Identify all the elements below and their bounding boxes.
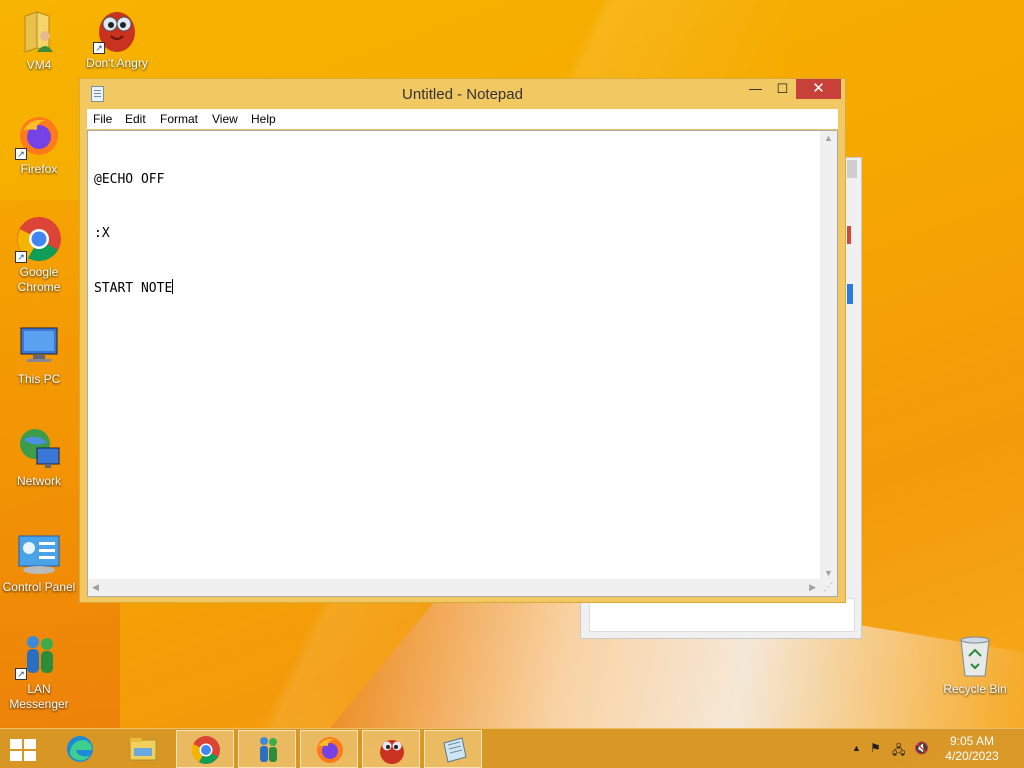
- title-bar[interactable]: Untitled - Notepad — ☐ ✕: [80, 79, 845, 109]
- taskbar: ▲ ⚑ 🖧 🔇 9:05 AM 4/20/2023: [0, 728, 1024, 768]
- action-center-flag-icon[interactable]: ⚑: [870, 741, 881, 755]
- system-tray: ▲ ⚑ 🖧 🔇 9:05 AM 4/20/2023: [844, 729, 1024, 768]
- folder-user-icon: [15, 8, 63, 56]
- background-window-panel: [589, 598, 855, 632]
- recycle-bin-icon: [951, 632, 999, 680]
- firefox-icon: [317, 737, 343, 763]
- chrome-icon: ↗: [15, 215, 63, 263]
- desktop-icon-label: Google Chrome: [17, 265, 61, 294]
- desktop-icon-label: Don't Angry: [86, 56, 148, 70]
- lan-messenger-icon: ↗: [15, 632, 63, 680]
- notepad-window[interactable]: Untitled - Notepad — ☐ ✕ File Edit Forma…: [79, 78, 846, 603]
- taskbar-lan-messenger[interactable]: [238, 730, 296, 768]
- desktop-icon-label: This PC: [17, 372, 61, 386]
- editor-line: :X: [94, 226, 110, 241]
- shortcut-arrow-icon: ↗: [15, 668, 27, 680]
- clock-time: 9:05 AM: [949, 734, 995, 748]
- network-status-icon[interactable]: 🖧: [892, 741, 905, 762]
- taskbar-clock[interactable]: 9:05 AM 4/20/2023: [942, 734, 1002, 764]
- taskbar-file-explorer[interactable]: [114, 730, 172, 768]
- start-icon[interactable]: [10, 739, 38, 761]
- menu-edit[interactable]: Edit: [125, 112, 146, 126]
- desktop-icon-label: LAN Messenger: [9, 682, 69, 711]
- editor-line: @ECHO OFF: [94, 172, 165, 187]
- computer-icon: [15, 322, 63, 370]
- menu-format[interactable]: Format: [160, 112, 198, 126]
- desktop-icon-network[interactable]: Network: [0, 424, 79, 489]
- file-explorer-icon: [129, 738, 157, 761]
- horizontal-scrollbar[interactable]: ◀ ▶: [88, 579, 820, 596]
- window-title: Untitled - Notepad: [402, 86, 523, 103]
- scroll-down-icon[interactable]: ▼: [824, 568, 833, 578]
- text-editor[interactable]: @ECHO OFF :X START NOTE ▲ ▼ ◀ ▶ ⋰: [87, 130, 838, 597]
- close-button[interactable]: ✕: [796, 79, 841, 99]
- edge-icon: [67, 736, 93, 762]
- desktop-icon-lan-messenger[interactable]: ↗ LAN Messenger: [0, 632, 79, 712]
- menu-bar: File Edit Format View Help: [87, 109, 838, 129]
- lan-messenger-icon: [260, 737, 277, 762]
- control-panel-icon: [15, 530, 63, 578]
- chrome-icon: [191, 736, 220, 764]
- desktop-icon-label: Control Panel: [2, 580, 76, 594]
- desktop-icon-control-panel[interactable]: Control Panel: [0, 530, 79, 595]
- minimize-button[interactable]: —: [742, 79, 769, 99]
- desktop-icon-this-pc[interactable]: This PC: [0, 322, 79, 387]
- desktop-icon-recycle-bin[interactable]: Recycle Bin: [935, 632, 1015, 697]
- editor-line: START NOTE: [94, 281, 173, 296]
- show-hidden-icons-icon[interactable]: ▲: [852, 743, 861, 753]
- scroll-right-icon[interactable]: ▶: [809, 582, 816, 593]
- desktop-icon-label: Network: [16, 474, 61, 488]
- shortcut-arrow-icon: ↗: [15, 148, 27, 160]
- shortcut-arrow-icon: ↗: [15, 251, 27, 263]
- menu-file[interactable]: File: [93, 112, 112, 126]
- taskbar-game[interactable]: [362, 730, 420, 768]
- resize-grip-icon[interactable]: ⋰: [820, 579, 837, 596]
- clock-date: 4/20/2023: [945, 749, 999, 763]
- firefox-icon: ↗: [15, 112, 63, 160]
- vertical-scrollbar[interactable]: ▲ ▼: [820, 131, 837, 580]
- taskbar-edge[interactable]: [51, 730, 109, 768]
- background-window-accent: [847, 226, 851, 244]
- scroll-left-icon[interactable]: ◀: [92, 582, 99, 593]
- maximize-button[interactable]: ☐: [769, 79, 796, 99]
- editor-content[interactable]: @ECHO OFF :X START NOTE: [94, 135, 814, 334]
- desktop-icon-vm4[interactable]: VM4: [0, 8, 79, 73]
- text-caret: [172, 279, 174, 294]
- menu-help[interactable]: Help: [251, 112, 276, 126]
- taskbar-notepad[interactable]: [424, 730, 482, 768]
- desktop-icon-dont-angry[interactable]: ↗ Don't Angry: [77, 6, 157, 71]
- volume-muted-icon[interactable]: 🔇: [914, 741, 929, 755]
- scroll-up-icon[interactable]: ▲: [824, 133, 833, 143]
- taskbar-chrome[interactable]: [176, 730, 234, 768]
- desktop-icon-firefox[interactable]: ↗ Firefox: [0, 112, 79, 177]
- desktop-icon-label: VM4: [26, 58, 52, 72]
- angry-bird-game-icon: ↗: [93, 6, 141, 54]
- background-window-scrollbar[interactable]: [847, 160, 857, 178]
- notepad-icon: [443, 737, 467, 763]
- network-icon: [15, 424, 63, 472]
- desktop-icon-label: Recycle Bin: [943, 682, 1007, 696]
- menu-view[interactable]: View: [212, 112, 238, 126]
- desktop-icon-label: Firefox: [20, 162, 58, 176]
- shortcut-arrow-icon: ↗: [93, 42, 105, 54]
- game-icon: [380, 740, 404, 764]
- background-window-accent: [847, 284, 853, 304]
- taskbar-firefox[interactable]: [300, 730, 358, 768]
- desktop-icon-chrome[interactable]: ↗ Google Chrome: [0, 215, 79, 295]
